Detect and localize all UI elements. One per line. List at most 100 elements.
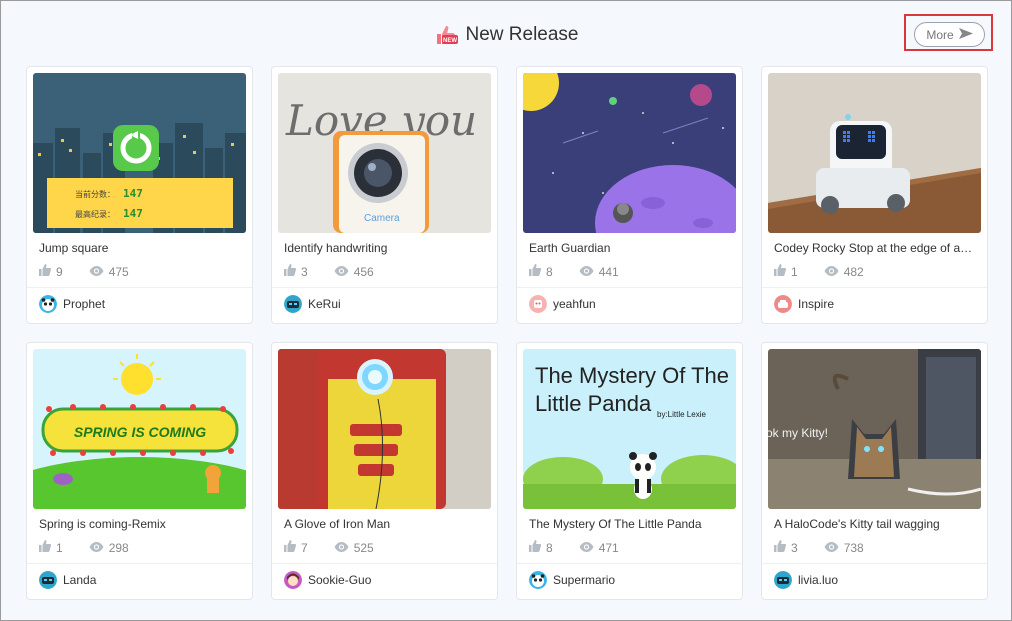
project-stats: 3 738 — [774, 540, 890, 555]
like-count: 8 — [546, 540, 553, 555]
project-title[interactable]: A Glove of Iron Man — [284, 517, 484, 531]
page-frame: NEW New Release More 当前分数： 147 最高纪录： 147… — [0, 0, 1012, 621]
like-count: 8 — [546, 264, 553, 279]
like-icon[interactable] — [529, 540, 542, 555]
project-card[interactable]: A Glove of Iron Man 7 525 Sookie-Guo — [271, 342, 498, 600]
author-name[interactable]: Supermario — [553, 573, 615, 587]
author-name[interactable]: yeahfun — [553, 297, 596, 311]
like-count: 3 — [791, 540, 798, 555]
project-title[interactable]: Jump square — [39, 241, 239, 255]
project-author[interactable]: livia.luo — [774, 571, 838, 589]
eye-icon — [334, 265, 349, 279]
project-thumbnail[interactable] — [768, 73, 981, 233]
author-name[interactable]: livia.luo — [798, 573, 838, 587]
project-title[interactable]: Codey Rocky Stop at the edge of a… — [774, 241, 974, 255]
project-author[interactable]: Supermario — [529, 571, 615, 589]
project-author[interactable]: KeRui — [284, 295, 341, 313]
project-thumbnail[interactable] — [278, 349, 491, 509]
like-icon[interactable] — [774, 540, 787, 555]
svg-text:by:Little Lexie: by:Little Lexie — [657, 410, 706, 419]
project-author[interactable]: Prophet — [39, 295, 105, 313]
project-author[interactable]: Landa — [39, 571, 96, 589]
section-title: New Release — [465, 24, 579, 45]
eye-icon — [89, 265, 104, 279]
author-name[interactable]: KeRui — [308, 297, 341, 311]
project-thumbnail[interactable] — [523, 73, 736, 233]
robot-avatar[interactable] — [774, 571, 792, 589]
project-card[interactable]: ok my Kitty! A HaloCode's Kitty tail wag… — [761, 342, 988, 600]
project-stats: 3 456 — [284, 264, 400, 279]
view-count: 441 — [598, 264, 619, 279]
eye-icon — [824, 541, 839, 555]
project-thumbnail[interactable]: ok my Kitty! — [768, 349, 981, 509]
card-divider — [517, 287, 742, 288]
project-stats: 8 471 — [529, 540, 645, 555]
like-icon[interactable] — [39, 540, 52, 555]
card-divider — [27, 287, 252, 288]
girl-avatar[interactable] — [284, 571, 302, 589]
drone-avatar[interactable] — [774, 295, 792, 313]
view-count: 456 — [353, 264, 374, 279]
card-divider — [27, 563, 252, 564]
project-title[interactable]: The Mystery Of The Little Panda — [529, 517, 729, 531]
project-thumbnail[interactable]: The Mystery Of The Little Panda by:Littl… — [523, 349, 736, 509]
card-divider — [762, 563, 987, 564]
author-name[interactable]: Sookie-Guo — [308, 573, 371, 587]
like-count: 7 — [301, 540, 308, 555]
eye-icon — [579, 265, 594, 279]
author-name[interactable]: Prophet — [63, 297, 105, 311]
project-grid: 当前分数： 147 最高纪录： 147 Jump square 9 475 Pr… — [26, 66, 988, 600]
project-card[interactable]: 当前分数： 147 最高纪录： 147 Jump square 9 475 Pr… — [26, 66, 253, 324]
project-author[interactable]: Inspire — [774, 295, 834, 313]
send-arrow-icon — [958, 27, 973, 42]
like-count: 9 — [56, 264, 63, 279]
card-divider — [272, 563, 497, 564]
project-card[interactable]: SPRING IS COMING Spring is coming-Remix … — [26, 342, 253, 600]
sticker-avatar[interactable] — [529, 295, 547, 313]
project-stats: 7 525 — [284, 540, 400, 555]
project-stats: 9 475 — [39, 264, 155, 279]
eye-icon — [579, 541, 594, 555]
project-card[interactable]: Love you Camera Identify handwriting 3 4… — [271, 66, 498, 324]
panda-avatar[interactable] — [39, 295, 57, 313]
eye-icon — [89, 541, 104, 555]
svg-text:Little Panda: Little Panda — [535, 391, 652, 416]
like-count: 1 — [791, 264, 798, 279]
project-stats: 8 441 — [529, 264, 645, 279]
project-author[interactable]: yeahfun — [529, 295, 596, 313]
like-count: 1 — [56, 540, 63, 555]
project-title[interactable]: Identify handwriting — [284, 241, 484, 255]
card-divider — [762, 287, 987, 288]
like-count: 3 — [301, 264, 308, 279]
more-button[interactable]: More — [914, 22, 985, 47]
view-count: 525 — [353, 540, 374, 555]
section-header: NEW New Release — [1, 19, 1011, 51]
svg-text:NEW: NEW — [443, 38, 457, 44]
project-title[interactable]: A HaloCode's Kitty tail wagging — [774, 517, 974, 531]
eye-icon — [824, 265, 839, 279]
svg-text:最高纪录：: 最高纪录： — [75, 209, 115, 219]
like-icon[interactable] — [529, 264, 542, 279]
project-author[interactable]: Sookie-Guo — [284, 571, 371, 589]
project-card[interactable]: Earth Guardian 8 441 yeahfun — [516, 66, 743, 324]
project-stats: 1 482 — [774, 264, 890, 279]
project-title[interactable]: Earth Guardian — [529, 241, 729, 255]
svg-text:Camera: Camera — [364, 213, 400, 224]
project-thumbnail[interactable]: Love you Camera — [278, 73, 491, 233]
like-icon[interactable] — [284, 264, 297, 279]
project-thumbnail[interactable]: SPRING IS COMING — [33, 349, 246, 509]
like-icon[interactable] — [39, 264, 52, 279]
project-card[interactable]: Codey Rocky Stop at the edge of a… 1 482… — [761, 66, 988, 324]
robot-avatar[interactable] — [284, 295, 302, 313]
project-card[interactable]: The Mystery Of The Little Panda by:Littl… — [516, 342, 743, 600]
project-thumbnail[interactable]: 当前分数： 147 最高纪录： 147 — [33, 73, 246, 233]
panda-avatar[interactable] — [529, 571, 547, 589]
robot-avatar[interactable] — [39, 571, 57, 589]
like-icon[interactable] — [774, 264, 787, 279]
view-count: 298 — [108, 540, 129, 555]
author-name[interactable]: Inspire — [798, 297, 834, 311]
author-name[interactable]: Landa — [63, 573, 96, 587]
project-title[interactable]: Spring is coming-Remix — [39, 517, 239, 531]
like-icon[interactable] — [284, 540, 297, 555]
card-divider — [517, 563, 742, 564]
